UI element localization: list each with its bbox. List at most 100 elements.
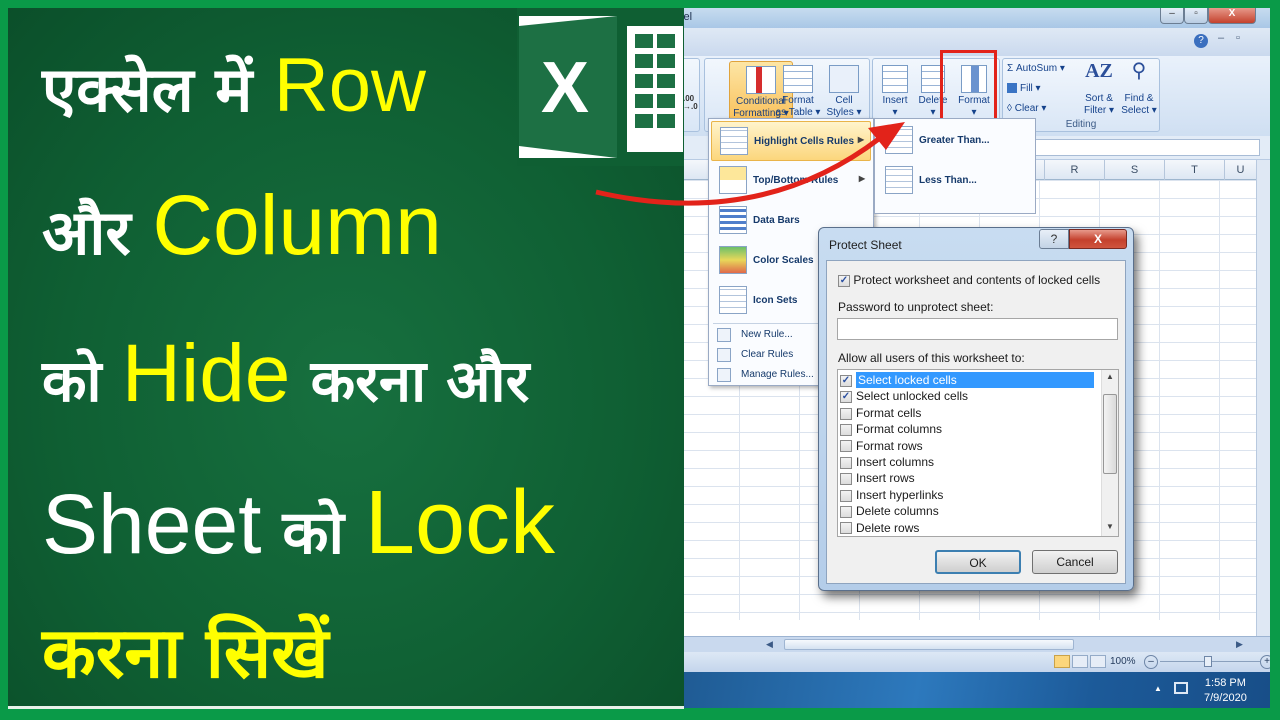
format-as-table-button[interactable]: Format as Table ▾ <box>775 65 821 119</box>
label: Highlight Cells Rules <box>754 136 855 147</box>
title-hindi: और <box>42 196 153 269</box>
insert-button[interactable]: Insert ▾ <box>875 65 915 119</box>
label: Insert rows <box>856 471 915 486</box>
checkbox[interactable] <box>840 489 852 502</box>
label: Select locked cells <box>856 372 1094 388</box>
restore-button[interactable]: ▫ <box>1184 8 1208 24</box>
title-line-4: Sheet को Lock <box>42 478 555 568</box>
permission-item[interactable]: Insert hyperlinks <box>840 487 1098 503</box>
menu-item-highlight-cells-rules[interactable]: Highlight Cells Rules ▶ <box>711 121 871 161</box>
permission-item[interactable]: Delete columns <box>840 503 1098 519</box>
checkbox[interactable] <box>840 440 852 453</box>
close-button[interactable]: X <box>1208 8 1256 24</box>
scroll-left-icon[interactable]: ◀ <box>766 639 773 650</box>
formula-input[interactable] <box>1034 139 1260 156</box>
checkbox[interactable] <box>840 522 852 535</box>
permission-item[interactable]: Format rows <box>840 438 1098 454</box>
label: Color Scales <box>753 255 814 266</box>
permissions-list[interactable]: ✓ Select locked cells ✓ Select unlocked cel… <box>837 369 1119 537</box>
help-icon[interactable]: ? <box>1194 34 1208 48</box>
label: Insert hyperlinks <box>856 487 944 502</box>
checkbox[interactable]: ✓ <box>838 274 850 287</box>
column-header[interactable]: U <box>1224 160 1256 180</box>
permissions-scrollbar[interactable]: ▲ ▼ <box>1101 370 1118 536</box>
column-header[interactable]: R <box>1044 160 1104 180</box>
autosum-button[interactable]: Σ AutoSum ▾ <box>1007 63 1065 75</box>
menu-item-greater-than[interactable]: Greater Than... <box>877 121 1037 161</box>
scroll-thumb[interactable] <box>784 639 1074 650</box>
permission-item[interactable]: Insert rows <box>840 470 1098 486</box>
protect-worksheet-checkbox[interactable]: ✓ Protect worksheet and contents of lock… <box>838 273 1100 287</box>
help-button[interactable]: ? <box>1039 229 1069 249</box>
title-line-2: और Column <box>42 183 442 267</box>
close-button[interactable]: X <box>1069 229 1127 249</box>
format-as-table-icon <box>783 65 813 93</box>
label: Select ▾ <box>1121 105 1157 116</box>
ok-button[interactable]: OK <box>935 550 1021 574</box>
checkbox[interactable] <box>840 407 852 420</box>
label: Greater Than... <box>919 135 990 146</box>
checkbox[interactable] <box>840 424 852 437</box>
scroll-down-icon[interactable]: ▼ <box>1106 522 1114 531</box>
zoom-in-button[interactable]: + <box>1260 655 1270 669</box>
zoom-level[interactable]: 100% <box>1110 656 1136 667</box>
scroll-up-icon[interactable]: ▲ <box>1106 372 1114 381</box>
column-header[interactable]: T <box>1164 160 1224 180</box>
zoom-out-button[interactable]: – <box>1144 655 1158 669</box>
permission-item[interactable]: Format cells <box>840 405 1098 421</box>
checkbox[interactable] <box>840 473 852 486</box>
highlight-cells-icon <box>720 127 748 155</box>
clear-button[interactable]: ◊ Clear ▾ <box>1007 103 1046 115</box>
allow-label: Allow all users of this worksheet to: <box>838 351 1025 365</box>
permission-item[interactable]: Insert columns <box>840 454 1098 470</box>
label: Insert <box>882 95 908 106</box>
minimize-button[interactable]: – <box>1160 8 1184 24</box>
scroll-thumb[interactable] <box>1103 394 1117 474</box>
page-break-view-icon[interactable] <box>1090 655 1106 668</box>
find-select-button[interactable]: ⚲ Find & Select ▾ <box>1119 61 1159 117</box>
permission-item[interactable]: Format columns <box>840 421 1098 437</box>
scroll-right-icon[interactable]: ▶ <box>1236 639 1243 650</box>
clear-rules-icon <box>717 348 731 362</box>
checkbox[interactable]: ✓ <box>840 391 852 404</box>
fill-button[interactable]: Fill ▾ <box>1007 83 1041 95</box>
color-scales-icon <box>719 246 747 274</box>
label: Format rows <box>856 438 923 453</box>
horizontal-scrollbar[interactable]: ◀ ▶ <box>684 636 1270 652</box>
permission-item[interactable]: ✓ Select unlocked cells <box>840 388 1098 404</box>
title-english: Lock <box>364 473 556 573</box>
password-input[interactable] <box>837 318 1118 340</box>
checkbox[interactable]: ✓ <box>840 374 852 387</box>
permission-item[interactable]: ✓ Select locked cells <box>840 372 1098 388</box>
highlight-cells-submenu: Greater Than... Less Than... <box>874 118 1036 214</box>
permission-item[interactable]: Delete rows <box>840 520 1098 536</box>
page-layout-view-icon[interactable] <box>1072 655 1088 668</box>
checkbox[interactable] <box>840 456 852 469</box>
vertical-scrollbar[interactable] <box>1256 160 1270 640</box>
submenu-arrow-icon: ▶ <box>858 174 865 183</box>
tray-expand-icon[interactable]: ▲ <box>1154 684 1162 693</box>
label: Format columns <box>856 422 943 437</box>
dialog-title: Protect Sheet <box>829 238 902 252</box>
clock[interactable]: 1:58 PM 7/9/2020 <box>1204 676 1247 706</box>
ribbon-minimize-icon[interactable]: – <box>1218 32 1224 44</box>
decimal-button[interactable]: .00 →.0 <box>684 95 698 111</box>
cell-styles-button[interactable]: Cell Styles ▾ <box>821 65 867 119</box>
cancel-button[interactable]: Cancel <box>1032 550 1118 574</box>
network-icon[interactable] <box>1174 682 1188 694</box>
menu-item-top-bottom-rules[interactable]: Top/Bottom Rules ▶ <box>711 161 871 201</box>
sort-filter-button[interactable]: AZ Sort & Filter ▾ <box>1079 61 1119 117</box>
zoom-slider-thumb[interactable] <box>1204 656 1212 667</box>
label: Sort & <box>1085 93 1113 104</box>
label: Select unlocked cells <box>856 389 969 404</box>
data-bars-icon <box>719 206 747 234</box>
cell-styles-icon <box>829 65 859 93</box>
column-header[interactable]: S <box>1104 160 1164 180</box>
normal-view-icon[interactable] <box>1054 655 1070 668</box>
menu-item-less-than[interactable]: Less Than... <box>877 161 1037 201</box>
label: Format <box>782 95 814 106</box>
ribbon-restore-icon[interactable]: ▫ <box>1236 32 1240 44</box>
label: Format cells <box>856 405 922 420</box>
checkbox[interactable] <box>840 506 852 519</box>
label: Less Than... <box>919 175 977 186</box>
